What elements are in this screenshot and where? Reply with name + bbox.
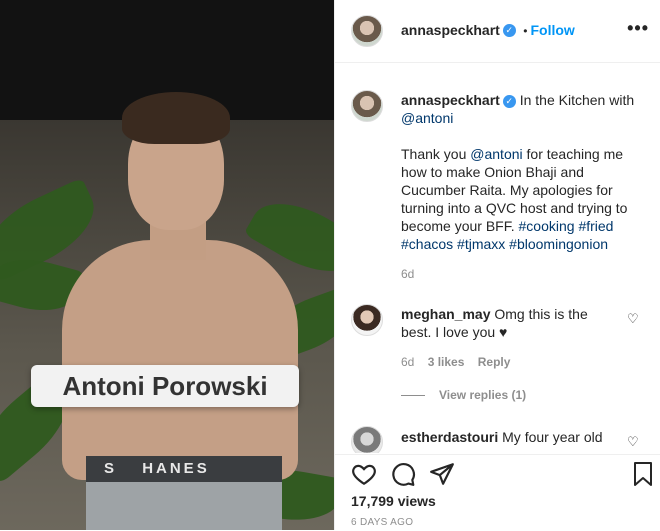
- hashtag-link[interactable]: #fried: [578, 218, 613, 234]
- comment-avatar[interactable]: [351, 304, 383, 336]
- comment-username[interactable]: meghan_may: [401, 306, 490, 322]
- like-comment-icon[interactable]: ♡: [627, 311, 639, 327]
- post-sidebar: annaspeckhart ✓ • Follow ••• annaspeckhart…: [334, 0, 660, 531]
- replies-divider: [401, 395, 425, 397]
- reply-button[interactable]: Reply: [478, 355, 511, 369]
- header-user: annaspeckhart ✓ • Follow: [401, 22, 575, 40]
- post-header: annaspeckhart ✓ • Follow •••: [335, 0, 660, 63]
- comment-icon[interactable]: [390, 461, 416, 492]
- view-replies-label: View replies (1): [439, 388, 527, 402]
- comment-username[interactable]: estherdastouri: [401, 429, 498, 445]
- waistband: S HANES: [86, 456, 282, 482]
- post-date[interactable]: 6 DAYS AGO: [351, 517, 413, 528]
- caption-body-pre: Thank you: [401, 146, 467, 162]
- header-username[interactable]: annaspeckhart: [401, 22, 500, 38]
- like-comment-icon[interactable]: ♡: [627, 434, 639, 450]
- verified-icon: ✓: [502, 94, 516, 108]
- follow-button[interactable]: Follow: [530, 22, 574, 38]
- mention-link[interactable]: @antoni: [401, 110, 453, 126]
- instagram-post-view: S HANES Antoni Porowski annaspeckhart ✓ •…: [0, 0, 660, 531]
- comment-text: My four year old: [502, 429, 603, 445]
- view-replies-button[interactable]: View replies (1): [401, 388, 526, 402]
- waistband-brand: HANES: [142, 460, 210, 477]
- post-image[interactable]: S HANES Antoni Porowski: [0, 0, 334, 530]
- avatar[interactable]: [351, 15, 383, 47]
- comment-avatar[interactable]: [351, 426, 383, 453]
- comment: estherdastouri My four year old: [401, 428, 616, 446]
- comment-likes[interactable]: 3 likes: [428, 355, 465, 369]
- caption-location: In the Kitchen with: [519, 92, 635, 108]
- mention-link[interactable]: @antoni: [470, 146, 522, 162]
- hashtag-link[interactable]: #chacos: [401, 236, 453, 252]
- caption-time[interactable]: 6d: [401, 267, 414, 281]
- comment: meghan_may Omg this is the best. I love …: [401, 305, 616, 341]
- separator: •: [523, 24, 528, 38]
- comments-list[interactable]: annaspeckhart ✓ In the Kitchen with @anto…: [335, 63, 660, 453]
- image-name-label: Antoni Porowski: [31, 365, 299, 407]
- caption-avatar[interactable]: [351, 90, 383, 122]
- caption: annaspeckhart ✓ In the Kitchen with @anto…: [401, 91, 641, 253]
- person-hair: [122, 92, 230, 144]
- share-icon[interactable]: [429, 461, 455, 492]
- waistband-prefix: S: [104, 460, 118, 477]
- person-torso: [62, 240, 298, 480]
- like-heart-icon[interactable]: [351, 461, 377, 492]
- bookmark-icon[interactable]: [631, 461, 655, 492]
- caption-username[interactable]: annaspeckhart: [401, 92, 500, 108]
- hashtag-link[interactable]: #cooking: [519, 218, 575, 234]
- comment-meta: 6d 3 likes Reply: [401, 355, 510, 369]
- action-bar: 17,799 views 6 DAYS AGO: [335, 454, 660, 531]
- more-options-icon[interactable]: •••: [627, 18, 649, 39]
- hashtag-link[interactable]: #bloomingonion: [509, 236, 608, 252]
- hashtag-link[interactable]: #tjmaxx: [457, 236, 505, 252]
- comment-time[interactable]: 6d: [401, 355, 414, 369]
- views-count[interactable]: 17,799 views: [351, 493, 436, 509]
- verified-icon: ✓: [502, 24, 516, 38]
